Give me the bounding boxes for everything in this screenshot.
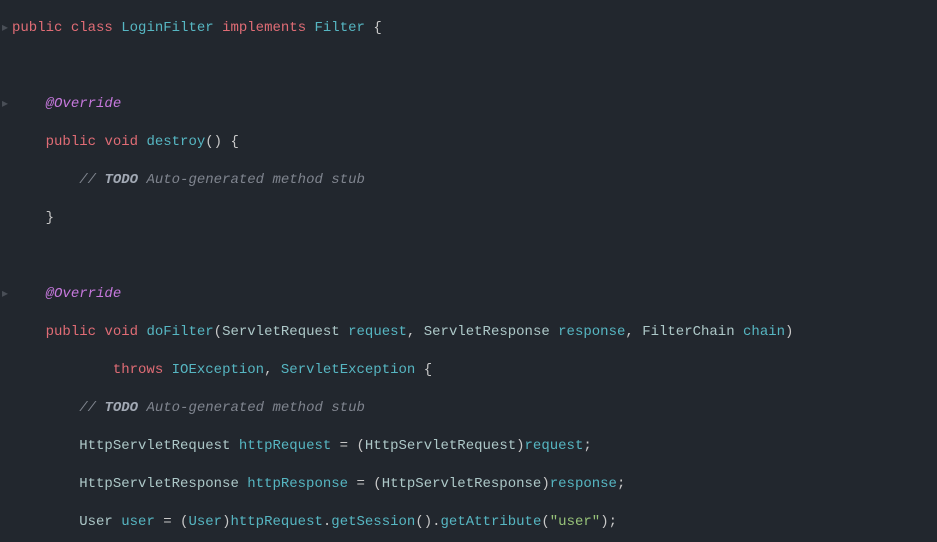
method-name: doFilter — [146, 324, 213, 340]
code-line[interactable]: ▸public class LoginFilter implements Fil… — [0, 19, 937, 38]
comment: // — [79, 172, 104, 188]
brace: } — [46, 210, 54, 226]
code-line[interactable]: throws IOException, ServletException { — [0, 361, 937, 380]
fold-icon: ▸ — [2, 95, 10, 114]
keyword: public — [46, 134, 96, 150]
code-line[interactable]: } — [0, 209, 937, 228]
code-line[interactable]: // TODO Auto-generated method stub — [0, 171, 937, 190]
fold-icon: ▸ — [2, 285, 10, 304]
keyword: throws — [113, 362, 163, 378]
op: = ( — [331, 438, 365, 454]
var: httpRequest — [230, 514, 322, 530]
var: response — [550, 476, 617, 492]
type: ServletResponse — [424, 324, 558, 340]
type: FilterChain — [642, 324, 743, 340]
paren: ( — [214, 324, 222, 340]
code-line[interactable]: User user = (User)httpRequest.getSession… — [0, 513, 937, 532]
parens: (). — [415, 514, 440, 530]
parens: () — [205, 134, 222, 150]
annotation: @Override — [46, 96, 122, 112]
keyword: void — [104, 324, 138, 340]
type: HttpServletRequest — [365, 438, 516, 454]
method: getSession — [331, 514, 415, 530]
code-line[interactable]: ▸ @Override — [0, 285, 937, 304]
brace: { — [415, 362, 432, 378]
paren: ) — [516, 438, 524, 454]
method-name: destroy — [146, 134, 205, 150]
type: User — [188, 514, 222, 530]
op: = ( — [155, 514, 189, 530]
paren: ); — [600, 514, 617, 530]
comment: Auto-generated method stub — [138, 172, 365, 188]
param: request — [348, 324, 407, 340]
keyword: void — [104, 134, 138, 150]
paren: ) — [785, 324, 793, 340]
code-editor[interactable]: ▸public class LoginFilter implements Fil… — [0, 0, 937, 542]
type: User — [79, 514, 121, 530]
todo-tag: TODO — [104, 172, 138, 188]
keyword: class — [71, 20, 113, 36]
comma: , — [264, 362, 281, 378]
keyword: implements — [222, 20, 306, 36]
var: user — [121, 514, 155, 530]
type: IOException — [172, 362, 264, 378]
type: HttpServletResponse — [79, 476, 247, 492]
code-line[interactable]: ▸ @Override — [0, 95, 937, 114]
semi: ; — [617, 476, 625, 492]
comma: , — [407, 324, 424, 340]
type: ServletRequest — [222, 324, 348, 340]
brace: { — [222, 134, 239, 150]
comment: // — [79, 400, 104, 416]
code-line[interactable]: HttpServletResponse httpResponse = (Http… — [0, 475, 937, 494]
type: HttpServletResponse — [382, 476, 542, 492]
comma: , — [625, 324, 642, 340]
paren: ( — [541, 514, 549, 530]
semi: ; — [583, 438, 591, 454]
code-line[interactable] — [0, 57, 937, 76]
annotation: @Override — [46, 286, 122, 302]
type: Filter — [315, 20, 365, 36]
method: getAttribute — [441, 514, 542, 530]
code-line[interactable]: HttpServletRequest httpRequest = (HttpSe… — [0, 437, 937, 456]
code-line[interactable]: public void doFilter(ServletRequest requ… — [0, 323, 937, 342]
param: chain — [743, 324, 785, 340]
type: ServletException — [281, 362, 415, 378]
keyword: public — [46, 324, 96, 340]
comment: Auto-generated method stub — [138, 400, 365, 416]
param: response — [558, 324, 625, 340]
code-line[interactable]: // TODO Auto-generated method stub — [0, 399, 937, 418]
op: = ( — [348, 476, 382, 492]
code-line[interactable]: public void destroy() { — [0, 133, 937, 152]
type: HttpServletRequest — [79, 438, 239, 454]
var: httpResponse — [247, 476, 348, 492]
todo-tag: TODO — [104, 400, 138, 416]
paren: ) — [541, 476, 549, 492]
class-name: LoginFilter — [121, 20, 213, 36]
var: httpRequest — [239, 438, 331, 454]
brace: { — [365, 20, 382, 36]
var: request — [525, 438, 584, 454]
string: "user" — [550, 514, 600, 530]
keyword: public — [12, 20, 62, 36]
fold-icon: ▸ — [2, 19, 10, 38]
code-line[interactable] — [0, 247, 937, 266]
